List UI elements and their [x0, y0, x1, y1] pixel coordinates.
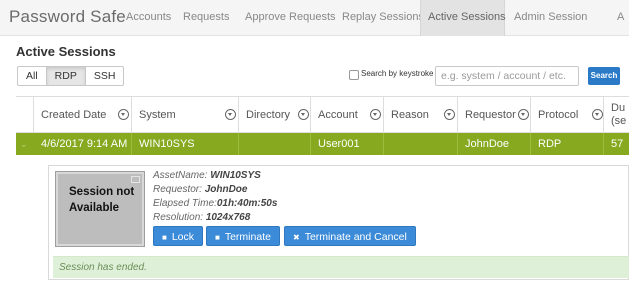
column-header-system[interactable]: System — [131, 97, 238, 132]
close-icon: ✖ — [293, 233, 300, 242]
search-by-keystroke-label: Search by keystroke — [361, 69, 434, 78]
protocol-filter: All RDP SSH — [17, 66, 125, 86]
cell-system: WIN10SYS — [131, 133, 238, 155]
cell-reason — [383, 133, 457, 155]
tab-approve-requests[interactable]: Approve Requests — [238, 0, 343, 36]
terminate-and-cancel-button-label: Terminate and Cancel — [304, 231, 407, 243]
session-unavailable-text: Session not Available — [69, 186, 135, 214]
table-header: Created Date System Directory Account Re… — [16, 96, 629, 133]
terminate-button-label: Terminate — [224, 231, 271, 243]
cell-duration: 57 — [603, 133, 629, 155]
cell-requestor: JohnDoe — [457, 133, 530, 155]
cell-directory — [238, 133, 310, 155]
page-title: Active Sessions — [16, 44, 116, 59]
cell-account: User001 — [310, 133, 383, 155]
chevron-down-icon[interactable]: ⌄ — [20, 138, 28, 150]
column-label: Protocol — [538, 109, 579, 121]
session-detail-panel: Session not Available AssetName: WIN10SY… — [48, 165, 629, 280]
filter-all-button[interactable]: All — [17, 66, 47, 86]
search-by-keystroke-checkbox[interactable] — [349, 70, 359, 80]
cell-created-date: 4/6/2017 9:14 AM — [33, 133, 131, 155]
resolution-label: Resolution: — [153, 212, 204, 223]
column-label: Reason — [391, 109, 429, 121]
filter-icon[interactable] — [518, 109, 529, 120]
asset-name-value: WIN10SYS — [210, 170, 261, 181]
column-header-reason[interactable]: Reason — [383, 97, 457, 132]
filter-icon[interactable] — [370, 109, 381, 120]
asset-name-info: AssetName: WIN10SYS — [153, 170, 261, 181]
search-button[interactable]: Search — [588, 67, 620, 85]
column-label: Requestor — [465, 109, 516, 121]
elapsed-time-info: Elapsed Time:01h:40m:50s — [153, 198, 277, 209]
tab-replay-sessions[interactable]: Replay Sessions — [335, 0, 431, 36]
tab-requests[interactable]: Requests — [176, 0, 236, 36]
requestor-value: JohnDoe — [204, 184, 248, 195]
elapsed-time-value: 01h:40m:50s — [216, 198, 278, 209]
column-header-account[interactable]: Account — [310, 97, 383, 132]
column-header-directory[interactable]: Directory — [238, 97, 310, 132]
lock-button[interactable]: ■ Lock — [153, 226, 204, 246]
cell-protocol: RDP — [530, 133, 603, 155]
column-header-duration[interactable]: Du (se — [603, 97, 629, 132]
lock-button-label: Lock — [171, 231, 195, 243]
stop-icon: ■ — [215, 233, 220, 242]
tab-more[interactable]: A — [610, 0, 629, 36]
terminate-button[interactable]: ■ Terminate — [206, 226, 280, 246]
filter-icon[interactable] — [592, 109, 603, 120]
lock-icon: ■ — [162, 233, 167, 242]
session-status-alert: Session has ended. — [53, 256, 629, 278]
resolution-value: 1024x768 — [205, 212, 251, 223]
column-header-requestor[interactable]: Requestor — [457, 97, 530, 132]
column-label: System — [139, 109, 176, 121]
column-header-created-date[interactable]: Created Date — [33, 97, 131, 132]
filter-icon[interactable] — [225, 109, 236, 120]
tab-admin-session[interactable]: Admin Session — [507, 0, 594, 36]
elapsed-time-label: Elapsed Time: — [153, 198, 217, 209]
tab-accounts[interactable]: Accounts — [119, 0, 178, 36]
column-label: Created Date — [41, 109, 107, 121]
search-input[interactable] — [435, 66, 579, 86]
requestor-label: Requestor: — [153, 184, 202, 195]
filter-icon[interactable] — [118, 109, 129, 120]
asset-name-label: AssetName: — [153, 170, 208, 181]
column-label: Directory — [246, 109, 291, 121]
filter-rdp-button[interactable]: RDP — [45, 66, 86, 86]
column-label: Account — [318, 109, 358, 121]
filter-icon[interactable] — [298, 109, 309, 120]
table-row[interactable]: ⌄ 4/6/2017 9:14 AM WIN10SYS User001 John… — [16, 133, 629, 155]
expand-icon[interactable] — [131, 176, 140, 183]
filter-ssh-button[interactable]: SSH — [84, 66, 125, 86]
tab-active-sessions[interactable]: Active Sessions — [420, 0, 506, 36]
resolution-info: Resolution: 1024x768 — [153, 212, 250, 223]
app-title[interactable]: Password Safe — [9, 7, 126, 27]
requestor-info: Requestor: JohnDoe — [153, 184, 247, 195]
column-label: Du (se — [611, 102, 627, 127]
top-nav: Password Safe Accounts Requests Approve … — [0, 0, 629, 36]
terminate-and-cancel-button[interactable]: ✖ Terminate and Cancel — [284, 226, 416, 246]
session-thumbnail[interactable]: Session not Available — [55, 171, 145, 247]
column-header-protocol[interactable]: Protocol — [530, 97, 603, 132]
filter-icon[interactable] — [444, 109, 455, 120]
